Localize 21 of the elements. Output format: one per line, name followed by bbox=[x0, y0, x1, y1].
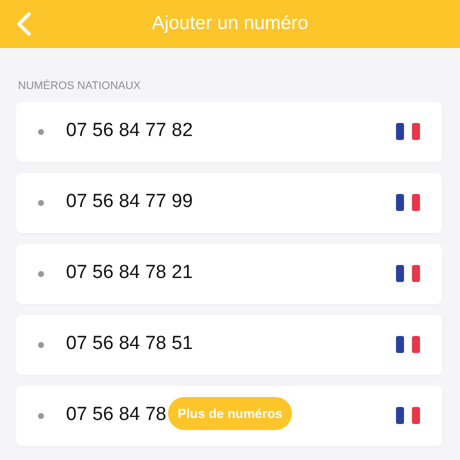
bullet-icon bbox=[38, 270, 44, 276]
phone-number: 07 56 84 77 99 bbox=[66, 190, 193, 214]
flag-icon bbox=[396, 265, 420, 282]
flag-icon bbox=[396, 194, 420, 211]
flag-icon bbox=[396, 123, 420, 140]
phone-number: 07 56 84 78 21 bbox=[66, 261, 193, 286]
phone-number: 07 56 84 78 51 bbox=[66, 332, 193, 356]
phone-number-row[interactable]: 07 56 84 78 51 bbox=[16, 314, 442, 374]
phone-number: 07 56 84 77 82 bbox=[66, 119, 193, 144]
bullet-icon bbox=[38, 200, 44, 206]
flag-icon bbox=[396, 407, 420, 424]
phone-number: 07 56 84 78 bbox=[66, 403, 166, 428]
section-label: NUMÉROS NATIONAUX bbox=[18, 78, 142, 94]
bullet-icon bbox=[38, 342, 44, 348]
bullet-icon bbox=[38, 128, 44, 134]
bullet-icon bbox=[38, 412, 44, 418]
phone-number-row[interactable]: 07 56 84 77 82 bbox=[16, 102, 442, 162]
phone-number-row[interactable]: 07 56 84 78 21 bbox=[16, 244, 442, 304]
page-title: Ajouter un numéro bbox=[152, 12, 308, 36]
flag-icon bbox=[396, 336, 420, 353]
phone-number-row[interactable]: 07 56 84 77 99 bbox=[16, 172, 442, 232]
